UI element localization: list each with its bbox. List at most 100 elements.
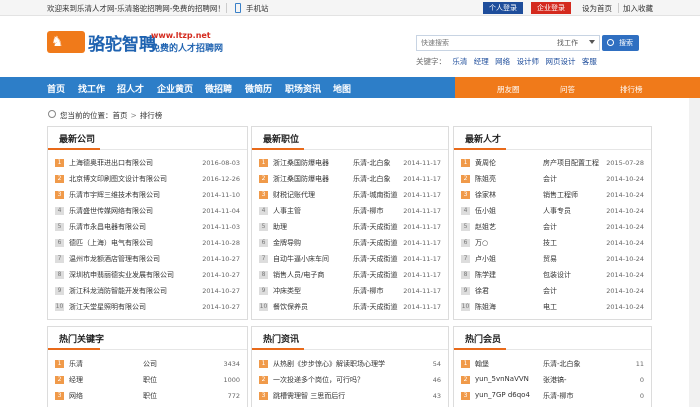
company-name[interactable]: 乐清市宇辉三维技术有限公司: [69, 190, 197, 200]
member-name[interactable]: 翰堡: [475, 359, 535, 369]
list-item[interactable]: 3 网络 职位 772: [55, 389, 240, 403]
list-item[interactable]: 1 乐清 公司 3434: [55, 357, 240, 371]
talent-name[interactable]: 徐君: [475, 286, 515, 296]
company-name[interactable]: 德匹（上海）电气有限公司: [69, 238, 197, 248]
breadcrumb-home[interactable]: 首页: [113, 111, 128, 120]
list-item[interactable]: 6 德匹（上海）电气有限公司 2014-10-28: [55, 236, 240, 250]
nav-item-map[interactable]: 地图: [333, 82, 351, 95]
job-title[interactable]: 助理: [273, 222, 349, 232]
company-name[interactable]: 北京博文印刷图文设计有限公司: [69, 174, 197, 184]
list-item[interactable]: 1 从热剧《步步惊心》解读职场心理学 54: [259, 357, 441, 371]
scrollbar[interactable]: [689, 98, 700, 407]
company-name[interactable]: 温州市龙额酒店管理有限公司: [69, 254, 197, 264]
talent-name[interactable]: 黄周伦: [475, 158, 515, 168]
list-item[interactable]: 1 翰堡 乐清-北白象 11: [461, 357, 644, 371]
keyword-link[interactable]: 网页设计: [545, 57, 575, 66]
list-item[interactable]: 7 卢小姐 贸易 2014-10-24: [461, 252, 644, 266]
list-item[interactable]: 9 浙江科龙消防智能开发有限公司 2014-10-27: [55, 284, 240, 298]
keyword-link[interactable]: 经理: [474, 57, 489, 66]
list-item[interactable]: 5 赵姐艺 会计 2014-10-24: [461, 220, 644, 234]
nav-item-jobs[interactable]: 找工作: [78, 82, 105, 95]
keyword[interactable]: 经理: [69, 375, 129, 385]
talent-name[interactable]: 陈学建: [475, 270, 515, 280]
list-item[interactable]: 1 上海德奥菲进出口有限公司 2016-08-03: [55, 156, 240, 170]
list-item[interactable]: 6 金牌导购 乐清-天成街道 2014-11-17: [259, 236, 441, 250]
member-name[interactable]: yun_5vnNaVVN: [475, 375, 535, 383]
company-name[interactable]: 浙江科龙消防智能开发有限公司: [69, 286, 197, 296]
talent-name[interactable]: 赵姐艺: [475, 222, 515, 232]
news-title[interactable]: 一次投递多个岗位，可行吗？: [273, 375, 423, 385]
keyword-link[interactable]: 设计师: [517, 57, 540, 66]
search-input[interactable]: [421, 36, 551, 50]
search-button[interactable]: 搜索: [602, 35, 639, 51]
company-name[interactable]: 乐清盛世传媒网络有限公司: [69, 206, 197, 216]
list-item[interactable]: 5 乐清市永昌电器有限公司 2014-11-03: [55, 220, 240, 234]
company-name[interactable]: 深圳杭申翡丽德实业发展有限公司: [69, 270, 197, 280]
list-item[interactable]: 6 万○ 技工 2014-10-24: [461, 236, 644, 250]
job-title[interactable]: 人事主管: [273, 206, 349, 216]
mobile-link[interactable]: 手机站: [246, 3, 269, 14]
list-item[interactable]: 5 助理 乐清-天成街道 2014-11-17: [259, 220, 441, 234]
job-title[interactable]: 餐饮保养员: [273, 302, 349, 312]
news-title[interactable]: 从热剧《步步惊心》解读职场心理学: [273, 359, 423, 369]
list-item[interactable]: 2 陈姐亮 会计 2014-10-24: [461, 172, 644, 186]
list-item[interactable]: 9 冲床类型 乐清-柳市 2014-11-17: [259, 284, 441, 298]
nav-item-qa[interactable]: 问答: [560, 84, 575, 95]
list-item[interactable]: 4 乐清盛世传媒网络有限公司 2014-11-04: [55, 204, 240, 218]
list-item[interactable]: 2 一次投递多个岗位，可行吗？ 46: [259, 373, 441, 387]
talent-name[interactable]: 陈姐亮: [475, 174, 515, 184]
list-item[interactable]: 10 餐饮保养员 乐清-天成街道 2014-11-17: [259, 300, 441, 314]
list-item[interactable]: 2 浙江桑国防爆电器 乐清-北白象 2014-11-17: [259, 172, 441, 186]
person-login-button[interactable]: 个人登录: [483, 2, 523, 14]
list-item[interactable]: 3 徐家林 销售工程师 2014-10-24: [461, 188, 644, 202]
talent-name[interactable]: 徐家林: [475, 190, 515, 200]
job-title[interactable]: 自动牛逼小床车间: [273, 254, 349, 264]
job-title[interactable]: 金牌导购: [273, 238, 349, 248]
nav-item-news[interactable]: 职场资讯: [285, 82, 321, 95]
list-item[interactable]: 4 人事主管 乐清-柳市 2014-11-17: [259, 204, 441, 218]
list-item[interactable]: 7 自动牛逼小床车间 乐清-天成街道 2014-11-17: [259, 252, 441, 266]
list-item[interactable]: 8 深圳杭申翡丽德实业发展有限公司 2014-10-27: [55, 268, 240, 282]
list-item[interactable]: 7 温州市龙额酒店管理有限公司 2014-10-27: [55, 252, 240, 266]
list-item[interactable]: 3 跳槽需理智 三思而后行 43: [259, 389, 441, 403]
list-item[interactable]: 2 北京博文印刷图文设计有限公司 2016-12-26: [55, 172, 240, 186]
list-item[interactable]: 3 财税记账代理 乐清-城南街道 2014-11-17: [259, 188, 441, 202]
keyword-link[interactable]: 客服: [582, 57, 597, 66]
company-login-button[interactable]: 企业登录: [531, 2, 571, 14]
nav-item-friends[interactable]: 朋友圈: [497, 84, 520, 95]
nav-item-micro-recruit[interactable]: 微招聘: [205, 82, 232, 95]
talent-name[interactable]: 伍小姐: [475, 206, 515, 216]
job-title[interactable]: 冲床类型: [273, 286, 349, 296]
company-name[interactable]: 乐清市永昌电器有限公司: [69, 222, 197, 232]
member-name[interactable]: yun_7GP d6qo4: [475, 391, 535, 399]
list-item[interactable]: 9 徐君 会计 2014-10-24: [461, 284, 644, 298]
add-favorite-link[interactable]: 加入收藏: [623, 3, 653, 14]
list-item[interactable]: 3 乐清市宇辉三维技术有限公司 2014-11-10: [55, 188, 240, 202]
logo-title[interactable]: 骆驼智聘: [88, 30, 156, 55]
keyword-link[interactable]: 网络: [495, 57, 510, 66]
set-home-link[interactable]: 设为首页: [582, 3, 612, 14]
nav-item-companies[interactable]: 企业黄页: [157, 82, 193, 95]
keyword[interactable]: 乐清: [69, 359, 129, 369]
list-item[interactable]: 2 经理 职位 1000: [55, 373, 240, 387]
job-title[interactable]: 浙江桑国防爆电器: [273, 174, 349, 184]
job-title[interactable]: 销售人员/电子商: [273, 270, 349, 280]
list-item[interactable]: 8 销售人员/电子商 乐清-天成街道 2014-11-17: [259, 268, 441, 282]
list-item[interactable]: 10 陈姐海 电工 2014-10-24: [461, 300, 644, 314]
list-item[interactable]: 3 yun_7GP d6qo4 乐清-柳市 0: [461, 389, 644, 403]
chevron-down-icon[interactable]: [589, 40, 595, 44]
mobile-icon[interactable]: [235, 3, 241, 13]
talent-name[interactable]: 陈姐海: [475, 302, 515, 312]
company-name[interactable]: 上海德奥菲进出口有限公司: [69, 158, 197, 168]
talent-name[interactable]: 卢小姐: [475, 254, 515, 264]
job-title[interactable]: 浙江桑国防爆电器: [273, 158, 349, 168]
list-item[interactable]: 1 浙江桑国防爆电器 乐清-北白象 2014-11-17: [259, 156, 441, 170]
nav-item-micro-resume[interactable]: 微简历: [245, 82, 272, 95]
news-title[interactable]: 跳槽需理智 三思而后行: [273, 391, 423, 401]
list-item[interactable]: 8 陈学建 包装设计 2014-10-24: [461, 268, 644, 282]
nav-item-home[interactable]: 首页: [47, 82, 65, 95]
list-item[interactable]: 1 黄周伦 房产项目配置工程 2015-07-28: [461, 156, 644, 170]
keyword-link[interactable]: 乐清: [452, 57, 467, 66]
list-item[interactable]: 2 yun_5vnNaVVN 张港镐- 0: [461, 373, 644, 387]
nav-item-talents[interactable]: 招人才: [117, 82, 144, 95]
